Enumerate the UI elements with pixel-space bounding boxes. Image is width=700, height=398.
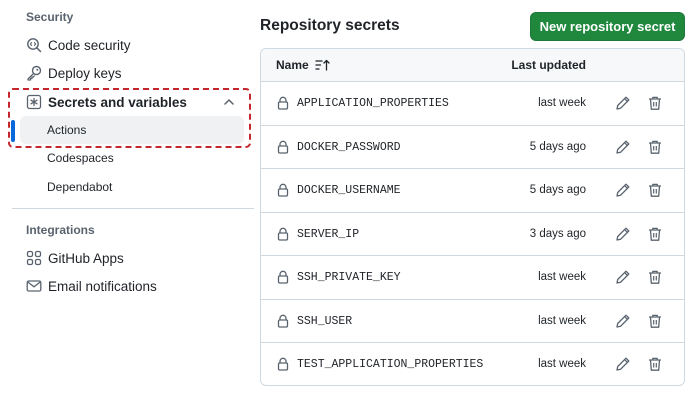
pencil-icon[interactable]: [615, 356, 631, 372]
sidebar-subitem-dependabot[interactable]: Dependabot: [20, 173, 244, 201]
table-row: DOCKER_USERNAME 5 days ago: [261, 169, 684, 213]
column-header-last-updated: Last updated: [511, 58, 586, 72]
sort-icon: [309, 59, 331, 71]
secret-name: DOCKER_PASSWORD: [297, 140, 401, 154]
secret-name: SERVER_IP: [297, 227, 360, 241]
table-row: APPLICATION_PROPERTIES last week: [261, 82, 684, 126]
sidebar-item-deploy-keys[interactable]: Deploy keys: [20, 59, 244, 87]
trash-icon[interactable]: [647, 226, 663, 242]
table-row: DOCKER_PASSWORD 5 days ago: [261, 126, 684, 169]
pencil-icon[interactable]: [615, 139, 631, 155]
pencil-icon[interactable]: [615, 226, 631, 242]
trash-icon[interactable]: [647, 269, 663, 285]
secret-last-updated: last week: [538, 271, 586, 283]
secret-last-updated: last week: [538, 314, 586, 327]
mail-icon: [26, 278, 42, 294]
sidebar-item-github-apps[interactable]: GitHub Apps: [20, 244, 244, 272]
secret-last-updated: 5 days ago: [529, 140, 586, 153]
secret-last-updated: last week: [538, 97, 586, 109]
secret-name: DOCKER_USERNAME: [297, 184, 401, 197]
trash-icon[interactable]: [647, 139, 663, 155]
integrations-heading: Integrations: [26, 223, 95, 237]
secret-name: SSH_USER: [297, 314, 353, 328]
secret-name: TEST_APPLICATION_PROPERTIES: [297, 358, 484, 371]
table-row: TEST_APPLICATION_PROPERTIES last week: [261, 343, 684, 385]
sidebar-item-label: Deploy keys: [48, 65, 122, 81]
pencil-icon[interactable]: [615, 269, 631, 285]
key-icon: [26, 65, 42, 81]
table-row: SSH_PRIVATE_KEY last week: [261, 256, 684, 300]
trash-icon[interactable]: [647, 313, 663, 329]
secret-last-updated: 5 days ago: [529, 184, 586, 196]
settings-page: Security Code security Deploy keys Secre…: [0, 0, 700, 398]
sort-by-name-button[interactable]: Name: [276, 58, 331, 72]
secret-last-updated: last week: [538, 358, 586, 370]
trash-icon[interactable]: [647, 356, 663, 372]
sidebar-divider: [12, 208, 254, 209]
lock-icon: [276, 96, 290, 110]
lock-icon: [276, 227, 290, 241]
lock-icon: [276, 183, 290, 197]
table-body: APPLICATION_PROPERTIES last week DOCKER_…: [261, 82, 684, 385]
new-repository-secret-button[interactable]: New repository secret: [530, 12, 685, 41]
highlight-annotation: [8, 88, 251, 148]
sidebar-item-code-security[interactable]: Code security: [20, 31, 244, 59]
lock-icon: [276, 357, 290, 371]
pencil-icon[interactable]: [615, 313, 631, 329]
pencil-icon[interactable]: [615, 95, 631, 111]
lock-icon: [276, 314, 290, 328]
sidebar-item-label: Email notifications: [48, 278, 157, 294]
trash-icon[interactable]: [647, 182, 663, 198]
table-row: SSH_USER last week: [261, 300, 684, 343]
security-heading: Security: [26, 10, 74, 24]
settings-sidebar: Security Code security Deploy keys Secre…: [0, 0, 256, 398]
secrets-main: Repository secrets New repository secret…: [260, 0, 700, 398]
codescan-icon: [26, 37, 42, 53]
pencil-icon[interactable]: [615, 182, 631, 198]
column-header-name: Name: [276, 58, 309, 72]
sidebar-item-label: GitHub Apps: [48, 250, 124, 266]
secret-name: SSH_PRIVATE_KEY: [297, 271, 401, 284]
lock-icon: [276, 140, 290, 154]
table-header: Name Last updated: [261, 49, 684, 82]
secret-last-updated: 3 days ago: [529, 227, 586, 240]
sidebar-item-email-notifications[interactable]: Email notifications: [20, 272, 244, 300]
page-title: Repository secrets: [260, 17, 400, 34]
sidebar-item-label: Code security: [48, 37, 131, 53]
lock-icon: [276, 270, 290, 284]
trash-icon[interactable]: [647, 95, 663, 111]
apps-icon: [26, 250, 42, 266]
table-row: SERVER_IP 3 days ago: [261, 213, 684, 256]
secret-name: APPLICATION_PROPERTIES: [297, 97, 449, 110]
secrets-table: Name Last updated APPLICATION_PROPERTIES…: [260, 48, 685, 386]
sidebar-subitem-codespaces[interactable]: Codespaces: [20, 144, 244, 172]
